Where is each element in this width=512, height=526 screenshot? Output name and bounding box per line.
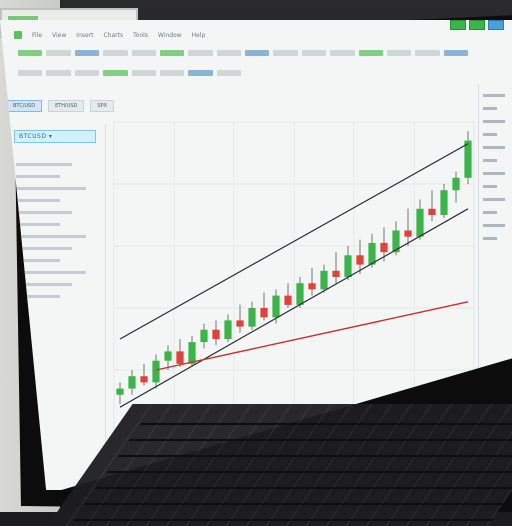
side-item[interactable]	[483, 211, 497, 214]
candle-down[interactable]	[332, 270, 340, 277]
candle-up[interactable]	[440, 190, 448, 215]
side-item[interactable]	[483, 133, 497, 136]
list-item[interactable]	[16, 223, 60, 226]
candle-up[interactable]	[296, 283, 304, 305]
buy-button[interactable]	[450, 20, 466, 30]
toolbar-icon[interactable]	[216, 50, 241, 56]
list-item[interactable]	[16, 199, 60, 202]
side-item[interactable]	[483, 120, 505, 123]
list-item[interactable]	[16, 163, 72, 166]
candle-down[interactable]	[284, 295, 292, 305]
candle-down[interactable]	[236, 320, 244, 327]
tab-chart-2[interactable]: ETH/USD	[48, 100, 85, 112]
side-item[interactable]	[483, 185, 497, 188]
candle-up[interactable]	[188, 342, 196, 364]
candle-down[interactable]	[212, 329, 220, 339]
toolbar-icon[interactable]	[103, 50, 128, 56]
toolbar-icon[interactable]	[103, 70, 128, 76]
side-item[interactable]	[483, 146, 505, 149]
toolbar-icon[interactable]	[159, 50, 185, 56]
candle-down[interactable]	[404, 230, 412, 237]
order-button[interactable]	[488, 20, 504, 30]
toolbar-icon[interactable]	[46, 50, 71, 56]
toolbar-icon[interactable]	[18, 50, 43, 56]
candle-up[interactable]	[164, 351, 172, 361]
side-item[interactable]	[483, 107, 497, 110]
candle-down[interactable]	[308, 283, 316, 290]
toolbar-icon[interactable]	[74, 50, 100, 56]
menu-item-view[interactable]: View	[52, 32, 66, 39]
candle-up[interactable]	[248, 308, 256, 327]
candle-up[interactable]	[272, 295, 280, 318]
list-item[interactable]	[16, 187, 87, 190]
toolbar-icon[interactable]	[415, 50, 440, 56]
candle-up[interactable]	[200, 329, 208, 343]
candle-up[interactable]	[344, 255, 352, 277]
candle-up[interactable]	[116, 388, 124, 395]
candle-down[interactable]	[380, 242, 388, 253]
candle-down[interactable]	[356, 255, 364, 265]
list-item[interactable]	[16, 211, 72, 214]
menu-item-file[interactable]: File	[32, 32, 42, 39]
candle-down[interactable]	[140, 376, 148, 383]
sell-button[interactable]	[469, 20, 485, 30]
app-logo-icon	[14, 31, 22, 39]
candle-up[interactable]	[320, 270, 328, 290]
toolbar-icon[interactable]	[74, 70, 100, 76]
tab-chart-1[interactable]: BTC/USD	[6, 100, 43, 112]
toolbar-icon[interactable]	[18, 70, 43, 76]
toolbar-icon[interactable]	[131, 50, 156, 56]
list-item[interactable]	[16, 247, 72, 250]
watchlist-rows	[16, 154, 96, 307]
toolbar-icon[interactable]	[188, 50, 213, 56]
menu-item-tools[interactable]: Tools	[133, 32, 148, 39]
side-item[interactable]	[483, 224, 505, 227]
candle-up[interactable]	[152, 360, 160, 383]
candle-up[interactable]	[128, 376, 136, 389]
chart-tabs: BTC/USD ETH/USD SPX	[6, 100, 115, 112]
tab-chart-3[interactable]: SPX	[90, 100, 115, 112]
side-item[interactable]	[483, 237, 497, 240]
menu-bar: File View Insert Charts Tools Window Hel…	[8, 26, 508, 44]
side-panel	[478, 84, 512, 384]
toolbar-icon[interactable]	[159, 70, 185, 76]
symbol-selector[interactable]: BTCUSD ▾	[14, 130, 96, 143]
menu-item-help[interactable]: Help	[192, 32, 206, 39]
toolbar-icon[interactable]	[386, 50, 412, 56]
candle-up[interactable]	[368, 242, 376, 265]
side-item[interactable]	[483, 94, 505, 97]
candle-up[interactable]	[464, 140, 472, 178]
side-item[interactable]	[483, 172, 505, 175]
list-item[interactable]	[16, 175, 60, 178]
toolbar-icon[interactable]	[245, 50, 270, 56]
toolbar-icon[interactable]	[131, 70, 156, 76]
candle-down[interactable]	[428, 208, 436, 215]
toolbar-icon[interactable]	[330, 50, 355, 56]
candle-down[interactable]	[176, 351, 184, 364]
side-item[interactable]	[483, 159, 497, 162]
toolbar-icon[interactable]	[188, 70, 213, 76]
toolbar-icon[interactable]	[216, 70, 241, 76]
candle-up[interactable]	[224, 320, 232, 339]
laptop: File View Insert Charts Tools Window Hel…	[0, 14, 512, 526]
toolbar-icon[interactable]	[301, 50, 327, 56]
candle-up[interactable]	[452, 177, 460, 191]
toolbar-icon[interactable]	[358, 50, 383, 56]
menu-item-charts[interactable]: Charts	[104, 32, 124, 39]
list-item[interactable]	[16, 271, 87, 274]
toolbar	[8, 44, 478, 92]
list-item[interactable]	[16, 235, 87, 238]
toolbar-icon[interactable]	[46, 70, 71, 76]
quick-actions	[450, 20, 504, 30]
candle-up[interactable]	[416, 208, 424, 237]
toolbar-icon[interactable]	[273, 50, 298, 56]
side-item[interactable]	[483, 198, 505, 201]
menu-item-insert[interactable]: Insert	[76, 32, 93, 39]
candle-down[interactable]	[260, 308, 268, 318]
menu-item-window[interactable]: Window	[158, 32, 182, 39]
toolbar-icon[interactable]	[443, 50, 468, 56]
